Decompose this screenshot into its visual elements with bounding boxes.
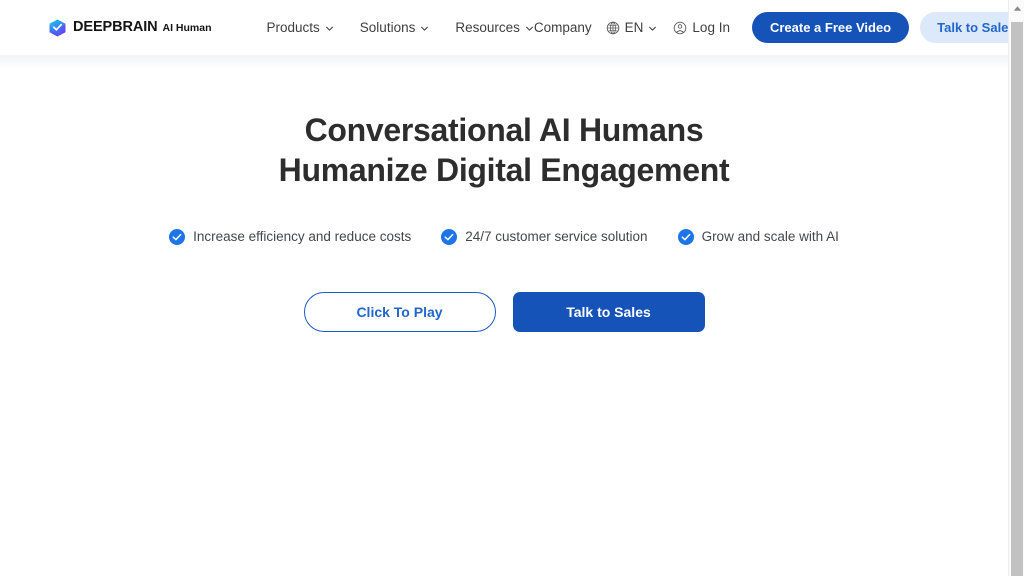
check-circle-icon <box>441 228 458 245</box>
nav-item-label: Resources <box>455 19 520 35</box>
create-free-video-button[interactable]: Create a Free Video <box>751 12 910 43</box>
talk-to-sales-header-button[interactable]: Talk to Sales <box>920 12 1008 43</box>
headline-line-2: Humanize Digital Engagement <box>278 152 730 189</box>
browser-viewport: DEEPBRAIN AI Human Products Solutions Re… <box>0 0 1024 576</box>
nav-item-label: Products <box>266 19 320 35</box>
feature-label: 24/7 customer service solution <box>465 228 648 244</box>
chevron-down-icon <box>325 26 333 31</box>
login-label: Log In <box>692 19 730 35</box>
scroll-up-arrow-glyph <box>1013 5 1021 11</box>
feature-item: Grow and scale with AI <box>677 228 839 245</box>
hero-section: Conversational AI Humans Humanize Digita… <box>0 55 1008 332</box>
nav-item-products[interactable]: Products <box>267 21 334 35</box>
login-link[interactable]: Log In <box>673 21 730 35</box>
scrollbar-thumb[interactable] <box>1011 22 1023 576</box>
brand-logo[interactable]: DEEPBRAIN AI Human <box>49 19 212 37</box>
nav-item-label: Solutions <box>359 19 416 35</box>
feature-label: Grow and scale with AI <box>701 228 839 244</box>
hero-cta-row: Click To Play Talk to Sales <box>0 291 1008 332</box>
header-actions: Company EN Log In Create a Free Video Ta… <box>534 12 1008 43</box>
vertical-scrollbar[interactable] <box>1008 0 1024 576</box>
language-value: EN <box>624 19 644 35</box>
feature-label: Increase efficiency and reduce costs <box>193 228 412 244</box>
site-header: DEEPBRAIN AI Human Products Solutions Re… <box>0 0 1008 55</box>
feature-list: Increase efficiency and reduce costs 24/… <box>0 228 1008 245</box>
feature-item: 24/7 customer service solution <box>441 228 648 245</box>
deepbrain-cube-icon <box>49 19 66 36</box>
headline-line-1: Conversational AI Humans <box>304 112 704 148</box>
feature-item: Increase efficiency and reduce costs <box>169 228 412 245</box>
language-selector[interactable]: EN <box>606 21 658 35</box>
nav-item-company[interactable]: Company <box>534 21 592 35</box>
brand-name: DEEPBRAIN <box>73 19 158 36</box>
check-circle-icon <box>169 228 186 245</box>
page-title: Conversational AI Humans Humanize Digita… <box>0 110 1008 191</box>
chevron-down-icon <box>526 26 533 31</box>
brand-product: AI Human <box>162 22 212 35</box>
nav-item-label: Company <box>533 19 592 35</box>
chevron-down-icon <box>649 26 657 31</box>
talk-to-sales-button[interactable]: Talk to Sales <box>512 291 705 332</box>
user-circle-icon <box>674 21 687 34</box>
primary-nav: Products Solutions Resources <box>267 21 534 35</box>
scroll-up-arrow-icon[interactable] <box>1009 0 1024 16</box>
click-to-play-button[interactable]: Click To Play <box>303 291 496 332</box>
check-circle-icon <box>677 228 694 245</box>
nav-item-resources[interactable]: Resources <box>455 21 534 35</box>
globe-icon <box>606 21 619 34</box>
page-content: DEEPBRAIN AI Human Products Solutions Re… <box>0 0 1008 576</box>
chevron-down-icon <box>421 26 429 31</box>
nav-item-solutions[interactable]: Solutions <box>360 21 430 35</box>
